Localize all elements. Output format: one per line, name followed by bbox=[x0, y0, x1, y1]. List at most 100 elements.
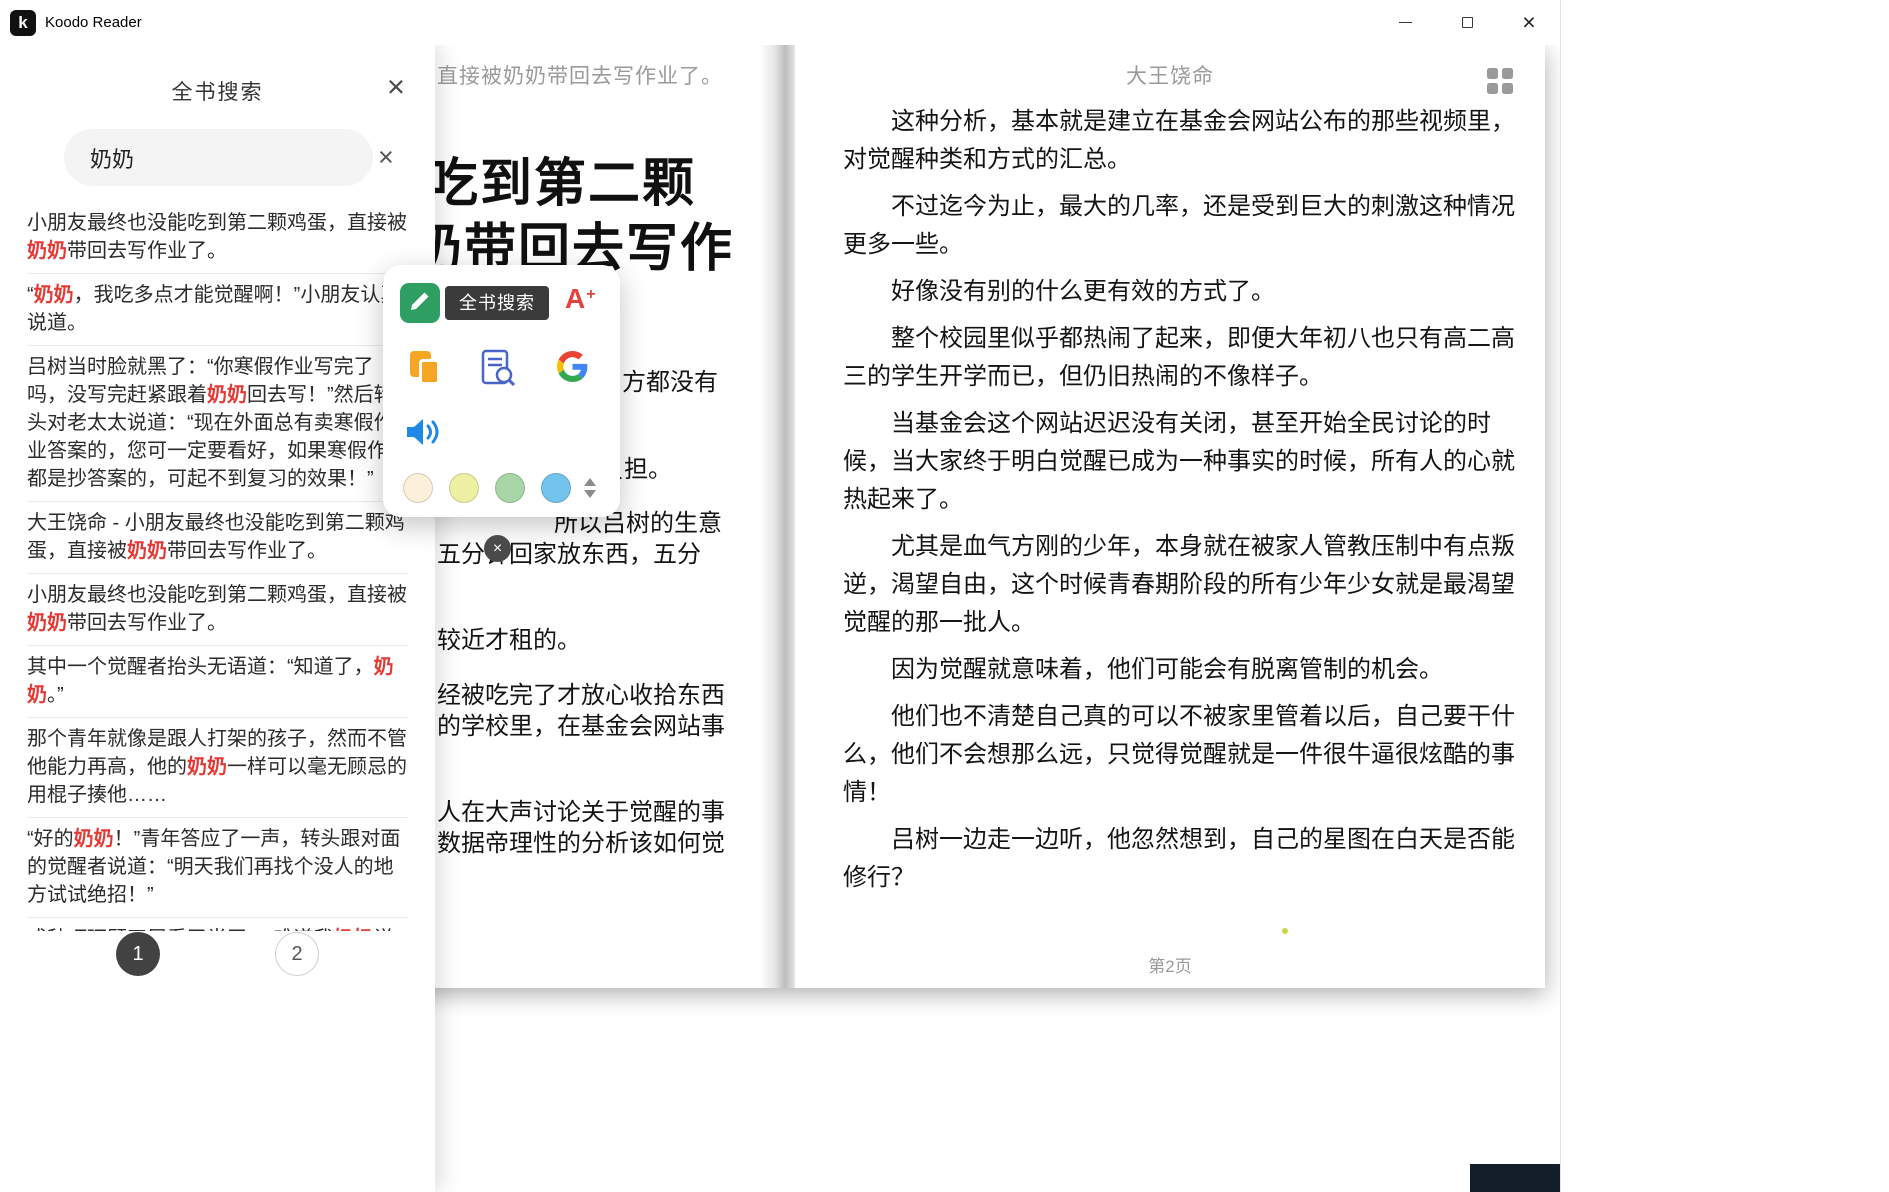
minimize-button[interactable] bbox=[1374, 0, 1436, 45]
search-result-item[interactable]: 小朋友最终也没能吃到第二颗鸡蛋，直接被奶奶带回去写作业了。 bbox=[27, 202, 408, 274]
font-size-icon: A bbox=[565, 283, 585, 314]
highlight-color-dots bbox=[403, 473, 571, 503]
google-search-button[interactable] bbox=[557, 351, 588, 387]
search-result-item[interactable]: 其中一个觉醒者抬头无语道：“知道了，奶奶。” bbox=[27, 646, 408, 718]
left-page-fragment: 的学校里，在基金会网站事 bbox=[437, 706, 725, 741]
search-result-text: 带回去写作业了。 bbox=[67, 612, 227, 634]
dict-search-button[interactable] bbox=[480, 349, 516, 392]
left-page-fragment: 方都没有 bbox=[622, 362, 718, 397]
pagination-page-1[interactable]: 1 bbox=[116, 932, 160, 976]
left-page-fragment: 五分钟回家放东西，五分 bbox=[437, 534, 701, 569]
left-page-fragment: 人在大声讨论关于觉醒的事 bbox=[437, 792, 725, 827]
search-keyword-highlight: 奶奶 bbox=[27, 240, 67, 262]
app-title: Koodo Reader bbox=[45, 14, 142, 31]
grid-square bbox=[1502, 68, 1513, 79]
search-result-text: 带回去写作业了。 bbox=[67, 240, 227, 262]
maximize-button[interactable] bbox=[1436, 0, 1498, 45]
copy-button[interactable] bbox=[410, 351, 444, 387]
page-number-footer: 第2页 bbox=[795, 952, 1545, 977]
search-result-text: 其中一个觉醒者抬头无语道：“知道了， bbox=[27, 656, 374, 678]
search-keyword-highlight: 奶奶 bbox=[334, 928, 374, 931]
search-keyword-highlight: 奶奶 bbox=[34, 284, 74, 306]
left-page-fragment: 数据帝理性的分析该如何觉 bbox=[437, 823, 725, 858]
left-page-fragment: 经被吃完了才放心收拾东西 bbox=[437, 675, 725, 710]
book-paragraph: 整个校园里似乎都热闹了起来，即便大年初八也只有高二高三的学生开学而已，但仍旧热闹… bbox=[843, 320, 1520, 396]
search-keyword-highlight: 奶奶 bbox=[74, 828, 114, 850]
search-keyword-highlight: 奶奶 bbox=[127, 540, 167, 562]
tts-button[interactable] bbox=[405, 417, 441, 452]
search-result-text: 。” bbox=[47, 684, 64, 706]
search-result-text: 带回去写作业了。 bbox=[167, 540, 327, 562]
right-page-body: 这种分析，基本就是建立在基金会网站公布的那些视频里，对觉醒种类和方式的汇总。不过… bbox=[843, 103, 1520, 906]
search-keyword-highlight: 奶奶 bbox=[187, 756, 227, 778]
pagination-page-2[interactable]: 2 bbox=[275, 932, 319, 976]
annotation-dot bbox=[1282, 928, 1288, 934]
highlight-color-dot-4[interactable] bbox=[541, 473, 571, 503]
search-panel-close-button[interactable]: × bbox=[387, 71, 405, 102]
selection-close-button[interactable]: × bbox=[484, 535, 511, 562]
search-panel-title: 全书搜索 bbox=[0, 76, 435, 106]
search-result-item[interactable]: 小朋友最终也没能吃到第二颗鸡蛋，直接被奶奶带回去写作业了。 bbox=[27, 574, 408, 646]
book-paragraph: 因为觉醒就意味着，他们可能会有脱离管制的机会。 bbox=[843, 651, 1520, 689]
highlight-color-row bbox=[403, 473, 596, 503]
close-button[interactable]: × bbox=[1498, 0, 1560, 45]
search-result-text: 小朋友最终也没能吃到第二颗鸡蛋，直接被 bbox=[27, 212, 407, 234]
book-paragraph: 吕树一边走一边听，他忽然想到，自己的星图在白天是否能修行？ bbox=[843, 821, 1520, 897]
google-icon bbox=[557, 369, 588, 386]
search-result-item[interactable]: “好的奶奶！”青年答应了一声，转头跟对面的觉醒者说道：“明天我们再找个没人的地方… bbox=[27, 818, 408, 918]
highlight-color-dot-3[interactable] bbox=[495, 473, 525, 503]
font-size-button[interactable]: A+ bbox=[565, 283, 595, 315]
search-input[interactable] bbox=[90, 145, 378, 171]
book-paragraph: 这种分析，基本就是建立在基金会网站公布的那些视频里，对觉醒种类和方式的汇总。 bbox=[843, 103, 1520, 179]
highlight-pen-button[interactable] bbox=[400, 283, 440, 323]
pagination: 1 2 bbox=[0, 932, 435, 976]
highlight-color-dot-1[interactable] bbox=[403, 473, 433, 503]
color-stepper[interactable] bbox=[584, 478, 596, 498]
book-paragraph: 不过迄今为止，最大的几率，还是受到巨大的刺激这种情况更多一些。 bbox=[843, 188, 1520, 264]
search-result-text: 小朋友最终也没能吃到第二颗鸡蛋，直接被 bbox=[27, 584, 407, 606]
search-result-item[interactable]: 大王饶命 - 小朋友最终也没能吃到第二颗鸡蛋，直接被奶奶带回去写作业了。 bbox=[27, 502, 408, 574]
clear-search-button[interactable]: × bbox=[378, 144, 394, 171]
window-controls: × bbox=[1374, 0, 1560, 45]
grid-square bbox=[1502, 83, 1513, 94]
plus-icon: + bbox=[586, 286, 595, 303]
search-result-item[interactable]: 那个青年就像是跟人打架的孩子，然而不管他能力再高，他的奶奶一样可以毫无顾忌的用棍… bbox=[27, 718, 408, 818]
highlight-pen-icon bbox=[408, 289, 432, 318]
right-page: 大王饶命 这种分析，基本就是建立在基金会网站公布的那些视频里，对觉醒种类和方式的… bbox=[795, 45, 1545, 988]
speaker-icon bbox=[405, 434, 441, 451]
titlebar: k Koodo Reader × bbox=[0, 0, 1560, 45]
chevron-down-icon bbox=[584, 490, 596, 498]
book-paragraph: 他们也不清楚自己真的可以不被家里管着以后，自己要干什么，他们不会想那么远，只觉得… bbox=[843, 698, 1520, 812]
koodo-logo-icon: k bbox=[10, 10, 36, 36]
book-paragraph: 好像没有别的什么更有效的方式了。 bbox=[843, 273, 1520, 311]
dict-search-icon bbox=[480, 374, 516, 391]
search-result-text: ，我吃多点才能觉醒啊！”小朋友认真说道。 bbox=[27, 284, 400, 334]
search-tooltip: 全书搜索 bbox=[445, 286, 549, 320]
book-title-header: 大王饶命 bbox=[795, 60, 1545, 90]
search-result-text: “好的 bbox=[27, 828, 74, 850]
maximize-icon bbox=[1462, 17, 1473, 28]
close-icon: × bbox=[1522, 11, 1535, 34]
search-result-text: 成秋巧环顾四周看了半天：“难道我 bbox=[27, 928, 334, 931]
app-window: k Koodo Reader × 直接被奶奶带回去写作业了。 能吃到第二颗 奶带… bbox=[0, 0, 1561, 1192]
search-keyword-highlight: 奶奶 bbox=[27, 612, 67, 634]
search-keyword-highlight: 奶奶 bbox=[207, 384, 247, 406]
bottom-right-dark-box bbox=[1470, 1164, 1561, 1192]
left-page-fragment: 较近才租的。 bbox=[437, 620, 581, 655]
search-result-item[interactable]: 成秋巧环顾四周看了半天：“难道我奶奶说的是真的？” bbox=[27, 918, 408, 931]
chevron-up-icon bbox=[584, 478, 596, 486]
grid-square bbox=[1487, 83, 1498, 94]
minimize-icon bbox=[1399, 22, 1412, 23]
search-panel: 全书搜索 × × 小朋友最终也没能吃到第二颗鸡蛋，直接被奶奶带回去写作业了。“奶… bbox=[0, 45, 435, 1192]
search-result-item[interactable]: 吕树当时脸就黑了：“你寒假作业写完了吗，没写完赶紧跟着奶奶回去写！”然后转头对老… bbox=[27, 346, 408, 502]
left-page-header: 直接被奶奶带回去写作业了。 bbox=[437, 60, 723, 90]
book-paragraph: 当基金会这个网站迟迟没有关闭，甚至开始全民讨论的时候，当大家终于明白觉醒已成为一… bbox=[843, 405, 1520, 519]
search-result-text: “ bbox=[27, 284, 34, 306]
grid-square bbox=[1487, 68, 1498, 79]
search-result-item[interactable]: “奶奶，我吃多点才能觉醒啊！”小朋友认真说道。 bbox=[27, 274, 408, 346]
book-paragraph: 尤其是血气方刚的少年，本身就在被家人管教压制中有点叛逆，渴望自由，这个时候青春期… bbox=[843, 528, 1520, 642]
page-layout-grid-icon[interactable] bbox=[1487, 68, 1515, 96]
highlight-color-dot-2[interactable] bbox=[449, 473, 479, 503]
search-results-list: 小朋友最终也没能吃到第二颗鸡蛋，直接被奶奶带回去写作业了。“奶奶，我吃多点才能觉… bbox=[27, 202, 408, 931]
search-input-wrapper: × bbox=[64, 129, 373, 186]
